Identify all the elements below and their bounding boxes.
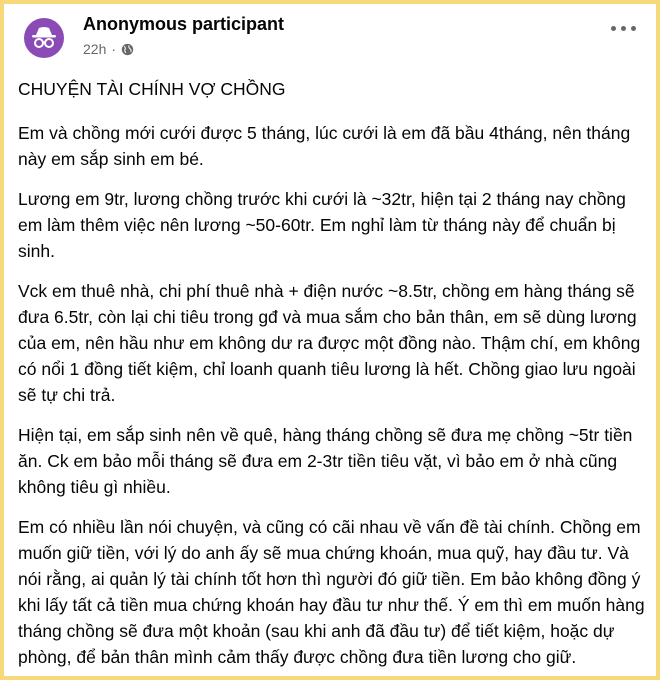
globe-icon[interactable] (121, 43, 134, 56)
dot-icon (621, 26, 626, 31)
post-card: Anonymous participant 22h · CHUYỆN TÀI C… (4, 4, 656, 676)
post-meta: 22h · (83, 41, 134, 57)
post-paragraph: Lương em 9tr, lương chồng trước khi cưới… (18, 189, 626, 261)
post-timestamp[interactable]: 22h (83, 41, 106, 57)
meta-separator: · (111, 41, 117, 57)
post-paragraph: Em và chồng mới cưới được 5 tháng, lúc c… (18, 123, 631, 169)
post-paragraph: Hiện tại, em sắp sinh nên về quê, hàng t… (18, 425, 633, 497)
incognito-icon (32, 27, 56, 48)
post-paragraph: Vck em thuê nhà, chi phí thuê nhà + điện… (18, 281, 641, 405)
post-body: CHUYỆN TÀI CHÍNH VỢ CHỒNG Em và chồng mớ… (18, 76, 646, 676)
post-paragraph: Em có nhiều lần nói chuyện, và cũng có c… (18, 517, 645, 667)
anonymous-avatar-icon[interactable] (24, 18, 64, 58)
more-options-button[interactable] (611, 26, 636, 31)
dot-icon (611, 26, 616, 31)
dot-icon (631, 26, 636, 31)
post-title: CHUYỆN TÀI CHÍNH VỢ CHỒNG (18, 79, 286, 99)
author-name[interactable]: Anonymous participant (83, 14, 284, 35)
